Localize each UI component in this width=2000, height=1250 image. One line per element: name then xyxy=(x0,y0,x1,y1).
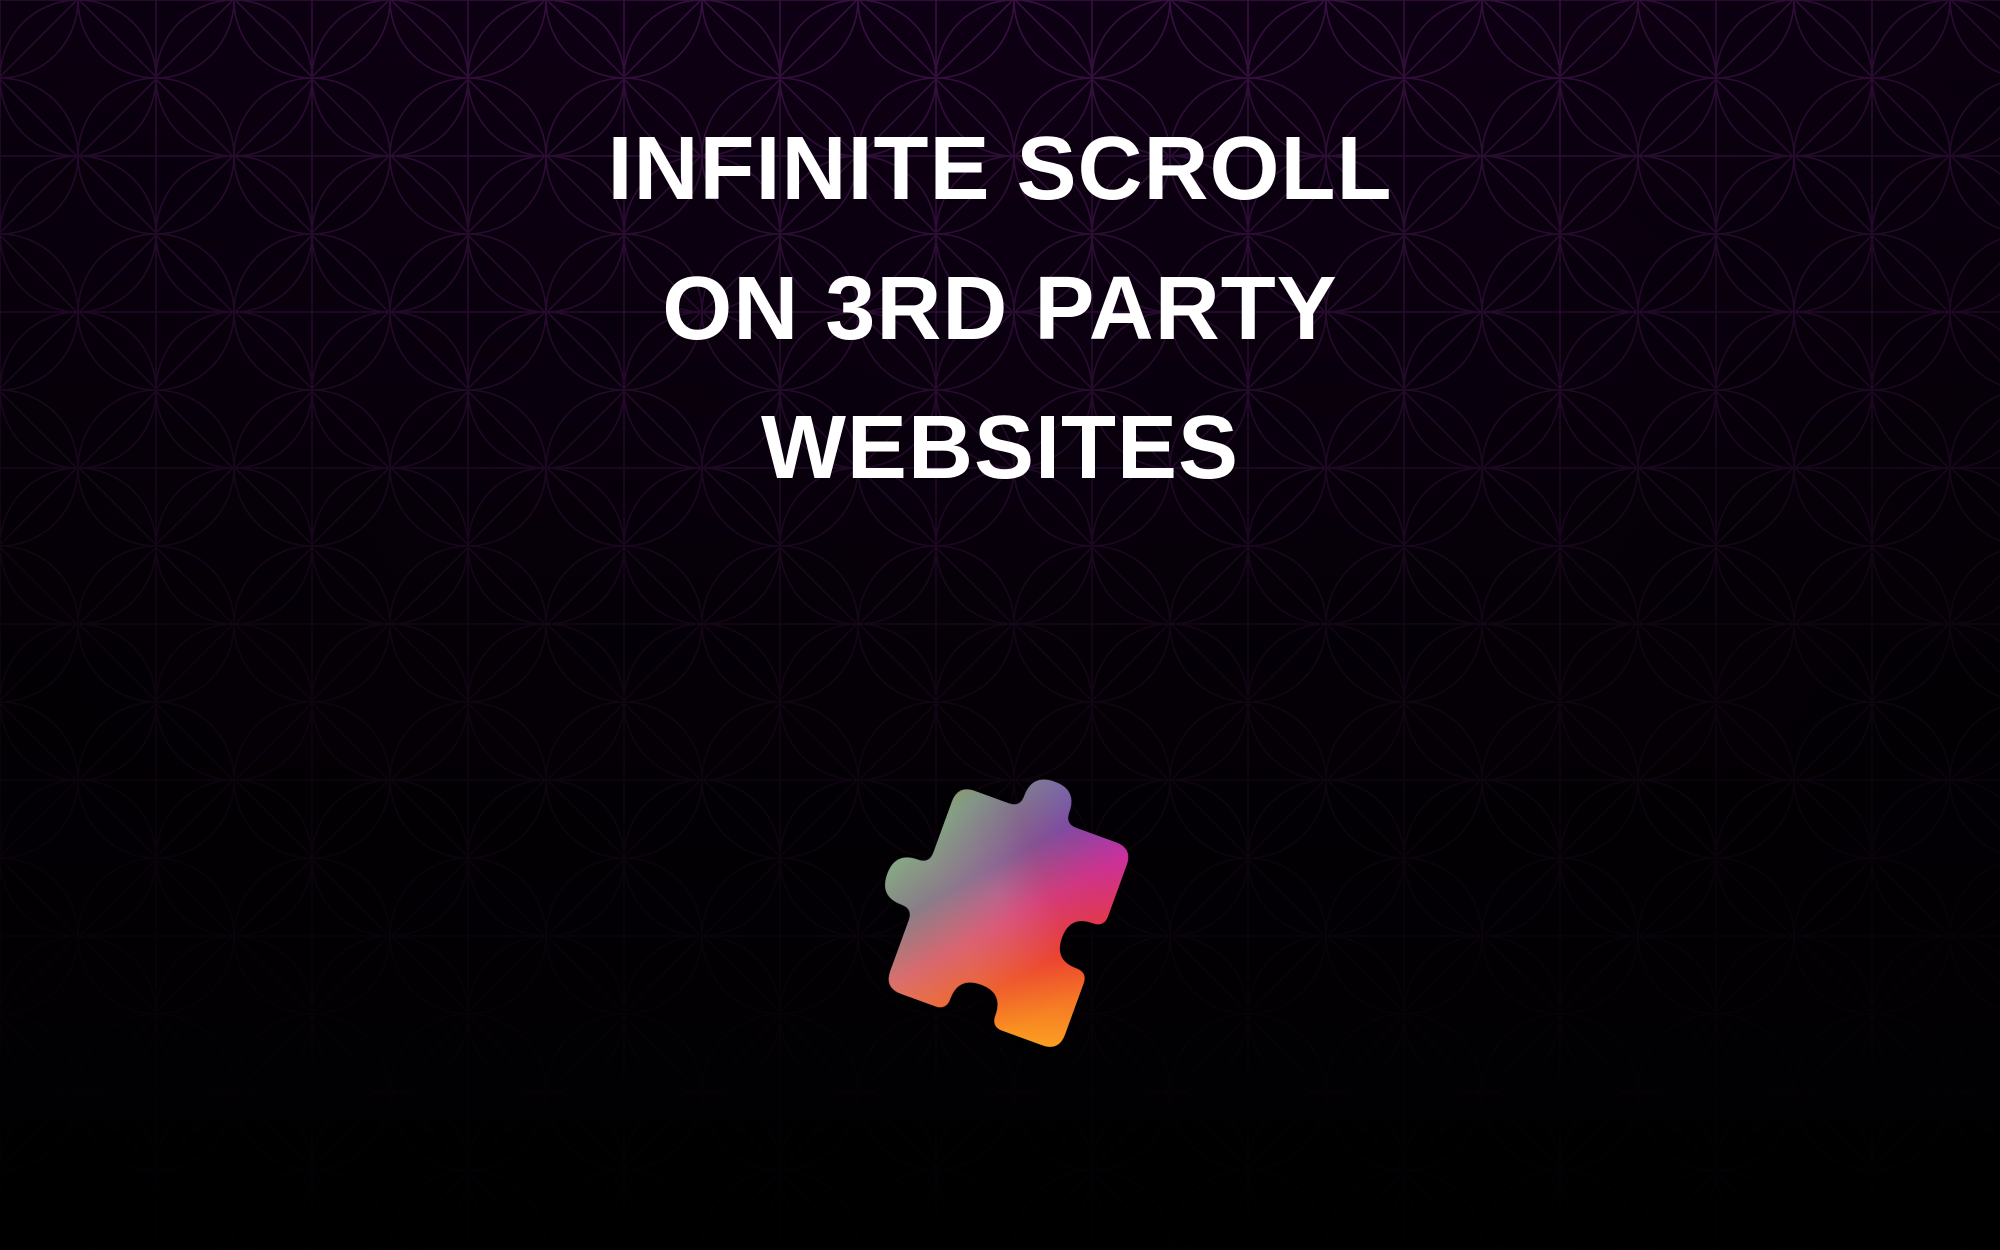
title-line-2: ON 3RD PARTY xyxy=(0,240,2000,380)
title-line-1: INFINITE SCROLL xyxy=(0,100,2000,240)
title-line-3: WEBSITES xyxy=(0,379,2000,519)
page-title: INFINITE SCROLL ON 3RD PARTY WEBSITES xyxy=(0,100,2000,519)
